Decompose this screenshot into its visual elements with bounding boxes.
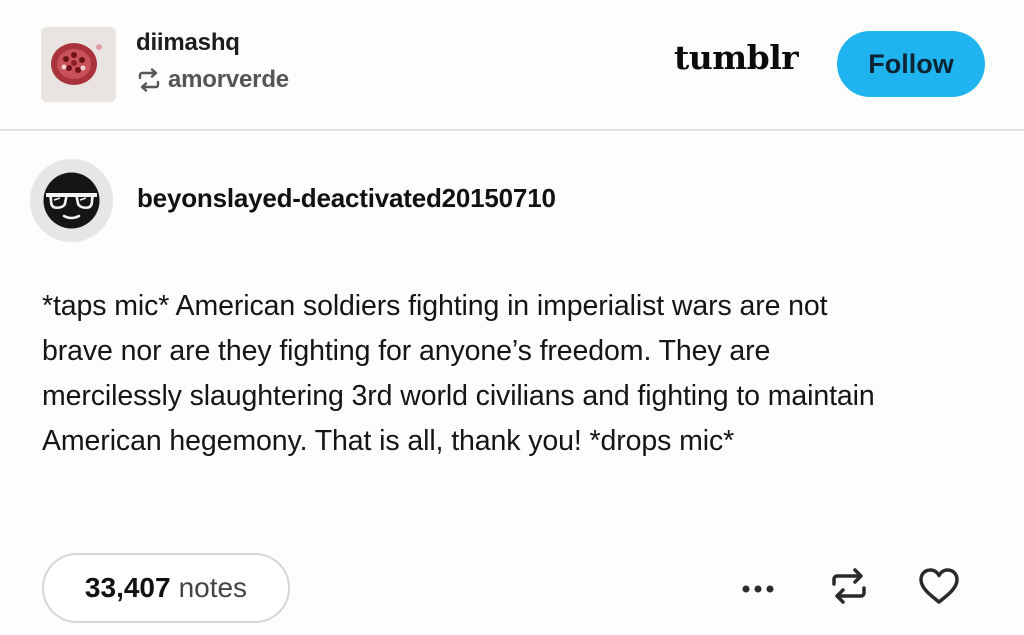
reblog-button[interactable]	[826, 566, 872, 606]
reblog-icon	[832, 568, 866, 604]
follow-button[interactable]: Follow	[837, 31, 985, 97]
more-icon	[742, 585, 774, 593]
reblog-icon	[138, 68, 160, 92]
notes-button[interactable]: 33,407 notes	[42, 553, 290, 623]
like-button[interactable]	[916, 566, 962, 606]
reblogged-from[interactable]: amorverde	[136, 64, 289, 96]
author-avatar[interactable]	[30, 159, 113, 242]
post-text-line: mercilessly slaughtering 3rd world civil…	[42, 380, 875, 412]
header-divider	[0, 129, 1024, 131]
post-body: *taps mic* American soldiers fighting in…	[42, 284, 992, 464]
notes-label: notes	[178, 572, 248, 603]
tumblr-post-card: diimashq amorverde tumblr Follow beyonsl…	[0, 0, 1024, 635]
sunglasses-icon	[30, 159, 113, 242]
blog-name-link[interactable]: diimashq	[136, 29, 240, 57]
blog-avatar[interactable]	[41, 27, 116, 102]
reblogged-from-name: amorverde	[168, 66, 289, 93]
post-header: diimashq amorverde tumblr Follow	[0, 0, 1024, 131]
more-options-button[interactable]	[736, 570, 780, 606]
tumblr-logo[interactable]: tumblr	[674, 38, 799, 77]
post-text-line: brave nor are they fighting for anyone’s…	[42, 335, 771, 367]
heart-icon	[919, 568, 959, 604]
author-name[interactable]: beyonslayed-deactivated20150710	[137, 183, 556, 214]
pomegranate-icon	[41, 27, 116, 102]
notes-count: 33,407	[84, 572, 171, 603]
post-text-line: *taps mic* American soldiers fighting in…	[42, 290, 828, 322]
post-text-line: American hegemony. That is all, thank yo…	[42, 425, 735, 457]
